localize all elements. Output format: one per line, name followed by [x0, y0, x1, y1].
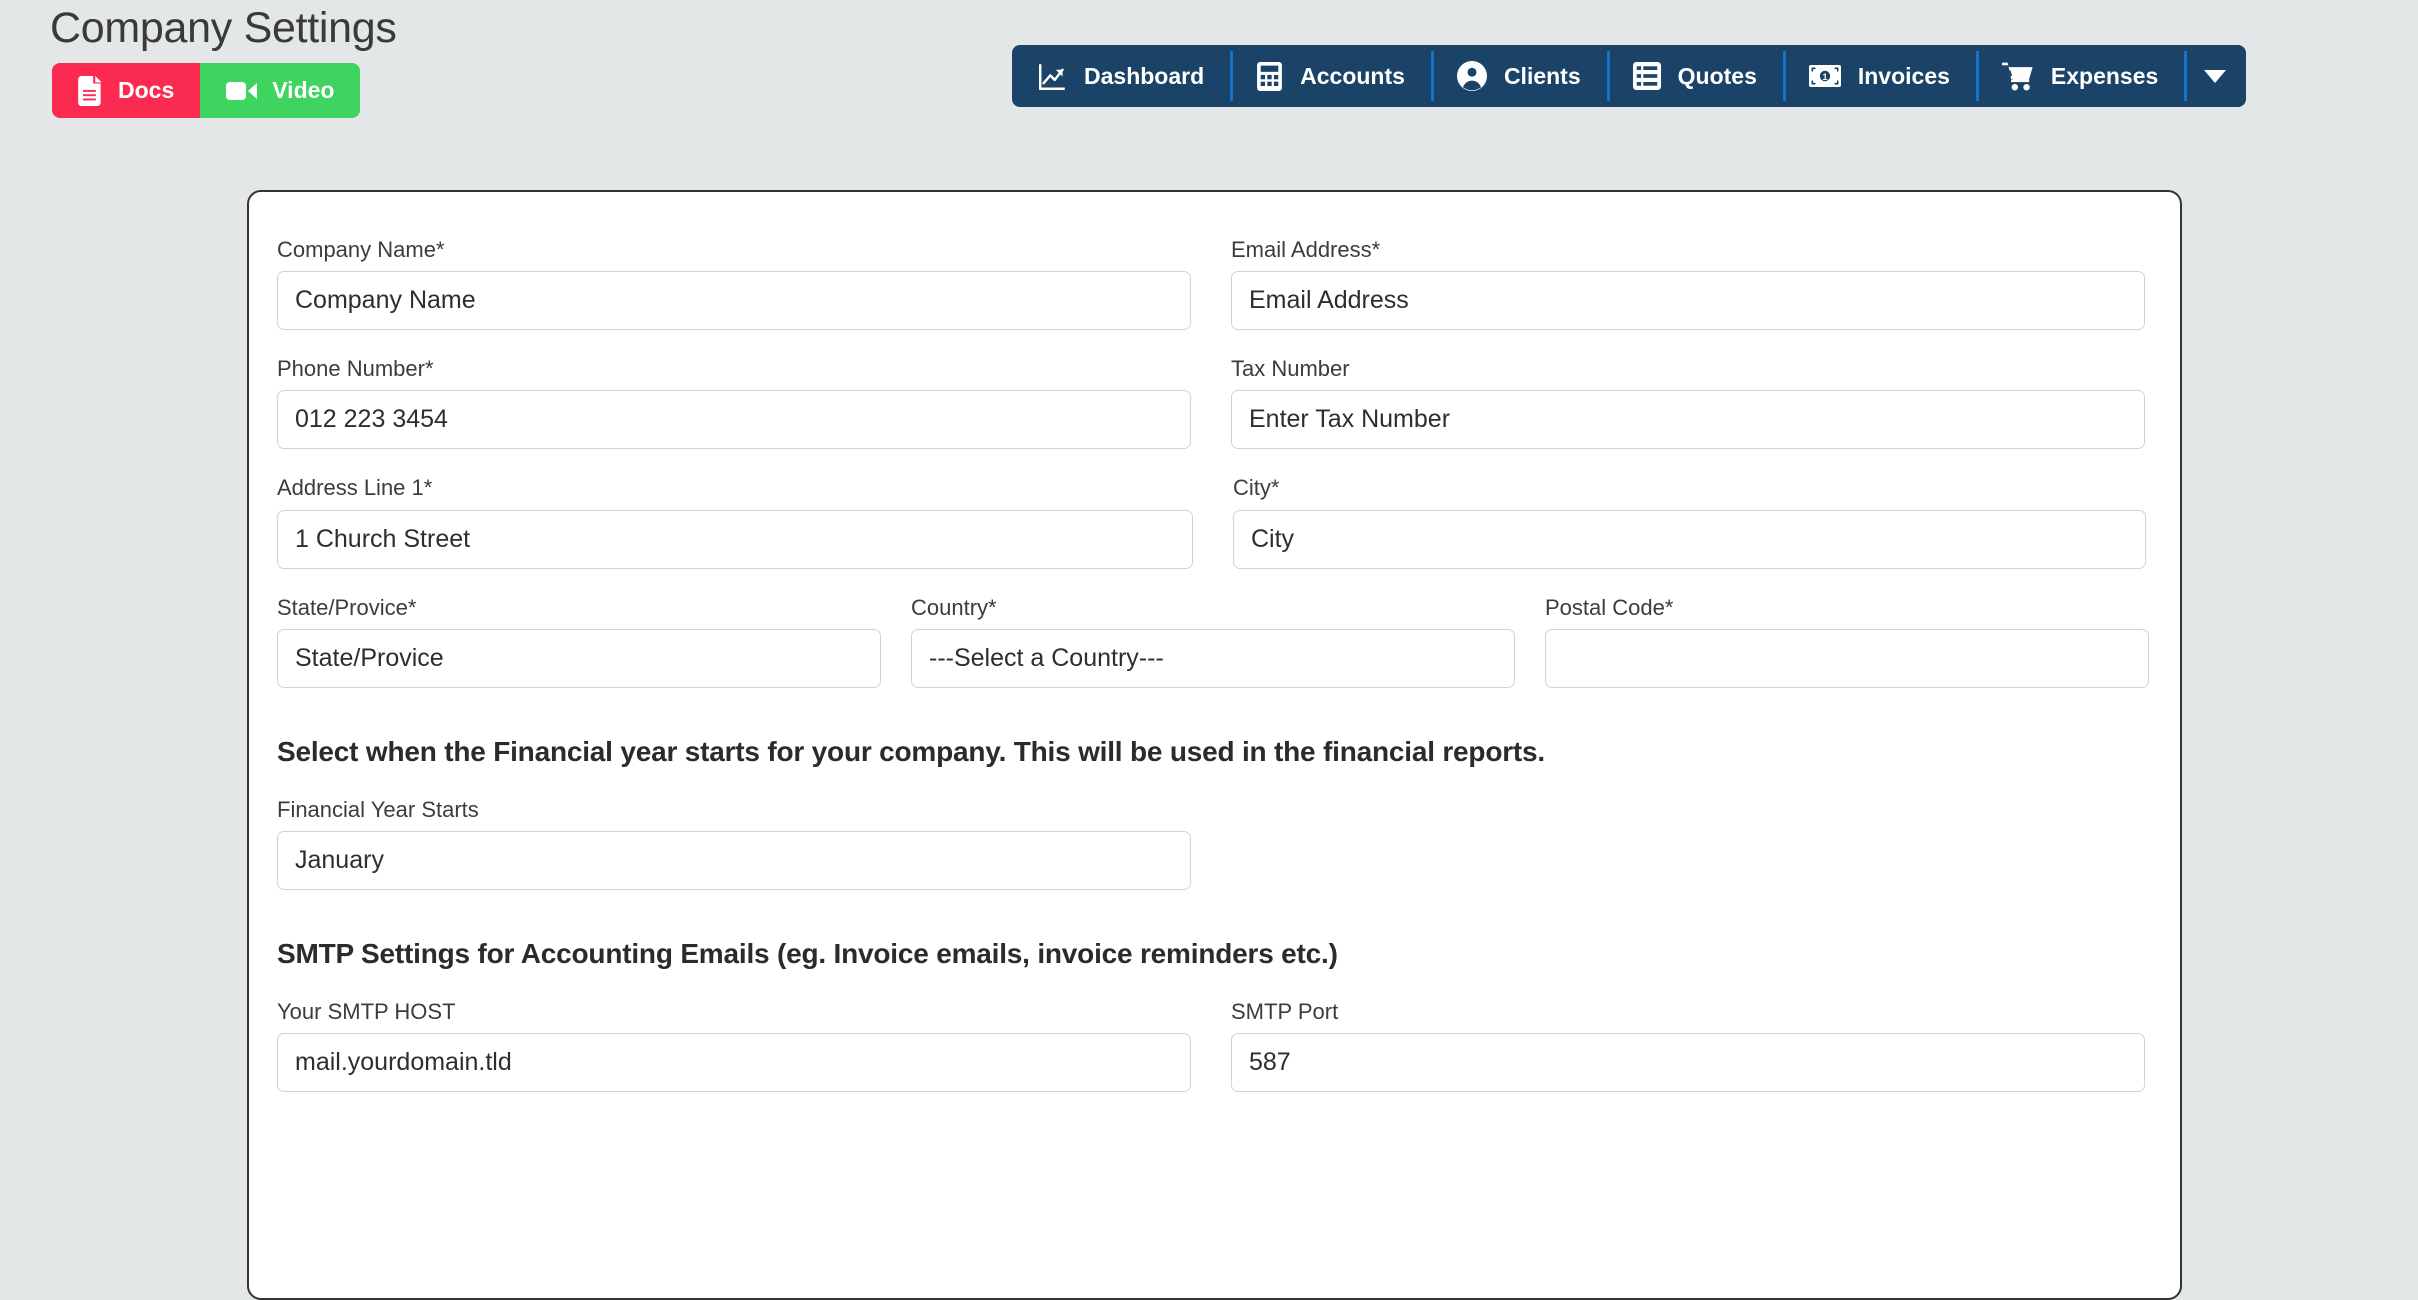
video-camera-icon — [226, 79, 258, 103]
main-navigation: Dashboard Accounts Clients Quotes 1 Invo… — [1012, 45, 2247, 107]
label-country: Country* — [911, 594, 997, 620]
form-row-phone-tax: Phone Number* Tax Number — [277, 356, 2152, 450]
field-tax-number: Tax Number — [1231, 356, 2145, 450]
field-city: City* — [1233, 475, 2146, 569]
label-state-province: State/Provice* — [277, 594, 417, 620]
nav-label-expenses: Expenses — [2050, 62, 2159, 89]
label-financial-year-starts: Financial Year Starts — [277, 796, 479, 822]
docs-button-label: Docs — [118, 77, 175, 103]
label-tax-number: Tax Number — [1231, 356, 1350, 382]
city-input[interactable] — [1233, 509, 2146, 569]
field-postal-code: Postal Code* — [1545, 594, 2149, 688]
field-address-line-1: Address Line 1* — [277, 475, 1193, 569]
nav-item-quotes[interactable]: Quotes — [1606, 45, 1783, 107]
money-bill-icon: 1 — [1808, 64, 1841, 88]
label-smtp-host: Your SMTP HOST — [277, 998, 456, 1024]
nav-label-dashboard: Dashboard — [1084, 62, 1205, 89]
label-city: City* — [1233, 475, 1280, 501]
nav-item-clients[interactable]: Clients — [1430, 45, 1607, 107]
email-address-input[interactable] — [1231, 271, 2145, 331]
nav-label-accounts: Accounts — [1300, 62, 1405, 89]
company-name-input[interactable] — [277, 271, 1191, 331]
address-line-1-input[interactable] — [277, 509, 1193, 569]
page-header: Company Settings Docs Video Dashboard Ac… — [0, 0, 2418, 140]
form-row-financial-year: Financial Year Starts — [277, 796, 2152, 890]
chart-line-icon — [1038, 62, 1067, 91]
nav-more-dropdown-button[interactable] — [2184, 45, 2246, 107]
label-address-line-1: Address Line 1* — [277, 475, 433, 501]
form-row-smtp: Your SMTP HOST SMTP Port — [277, 998, 2152, 1093]
nav-item-invoices[interactable]: 1 Invoices — [1782, 45, 1976, 107]
label-email-address: Email Address* — [1231, 237, 1381, 262]
nav-label-invoices: Invoices — [1857, 62, 1950, 89]
state-province-input[interactable] — [277, 628, 881, 688]
video-button-label: Video — [272, 77, 335, 103]
phone-number-input[interactable] — [277, 390, 1191, 450]
company-settings-card: Company Name* Email Address* Phone Numbe… — [247, 190, 2182, 1300]
nav-label-quotes: Quotes — [1677, 62, 1757, 89]
field-smtp-host: Your SMTP HOST — [277, 998, 1191, 1093]
chevron-down-icon — [2204, 69, 2227, 83]
page-title: Company Settings — [50, 4, 397, 52]
nav-item-expenses[interactable]: Expenses — [1975, 45, 2184, 107]
financial-year-heading: Select when the Financial year starts fo… — [277, 735, 1546, 767]
calculator-icon — [1256, 61, 1283, 91]
shopping-cart-icon — [2001, 61, 2034, 91]
form-row-state-country-postal: State/Provice* Country* Postal Code* — [277, 594, 2152, 688]
field-state-province: State/Provice* — [277, 594, 881, 688]
smtp-port-input[interactable] — [1231, 1033, 2145, 1093]
label-company-name: Company Name* — [277, 237, 445, 262]
tax-number-input[interactable] — [1231, 390, 2145, 450]
docs-button[interactable]: Docs — [52, 63, 201, 118]
field-company-name: Company Name* — [277, 237, 1191, 331]
label-phone-number: Phone Number* — [277, 356, 434, 382]
list-box-icon — [1632, 62, 1661, 90]
nav-item-dashboard[interactable]: Dashboard — [1012, 45, 1230, 107]
form-row-name-email: Company Name* Email Address* — [277, 237, 2152, 331]
country-select[interactable] — [911, 628, 1515, 688]
doc-video-button-group: Docs Video — [52, 63, 361, 118]
label-smtp-port: SMTP Port — [1231, 998, 1339, 1024]
svg-text:1: 1 — [1822, 72, 1827, 82]
postal-code-input[interactable] — [1545, 628, 2149, 688]
field-email-address: Email Address* — [1231, 237, 2145, 331]
nav-label-clients: Clients — [1503, 62, 1581, 89]
smtp-settings-heading: SMTP Settings for Accounting Emails (eg.… — [277, 937, 1338, 969]
field-smtp-port: SMTP Port — [1231, 998, 2145, 1093]
file-lines-icon — [78, 75, 104, 106]
financial-year-starts-select[interactable] — [277, 830, 1191, 890]
field-financial-year-starts: Financial Year Starts — [277, 796, 1191, 890]
user-circle-icon — [1456, 61, 1487, 91]
field-phone-number: Phone Number* — [277, 356, 1191, 450]
smtp-host-input[interactable] — [277, 1033, 1191, 1093]
field-country: Country* — [911, 594, 1515, 688]
form-row-address-city: Address Line 1* City* — [277, 475, 2152, 569]
nav-item-accounts[interactable]: Accounts — [1230, 45, 1431, 107]
label-postal-code: Postal Code* — [1545, 594, 1674, 620]
video-button[interactable]: Video — [200, 63, 361, 118]
